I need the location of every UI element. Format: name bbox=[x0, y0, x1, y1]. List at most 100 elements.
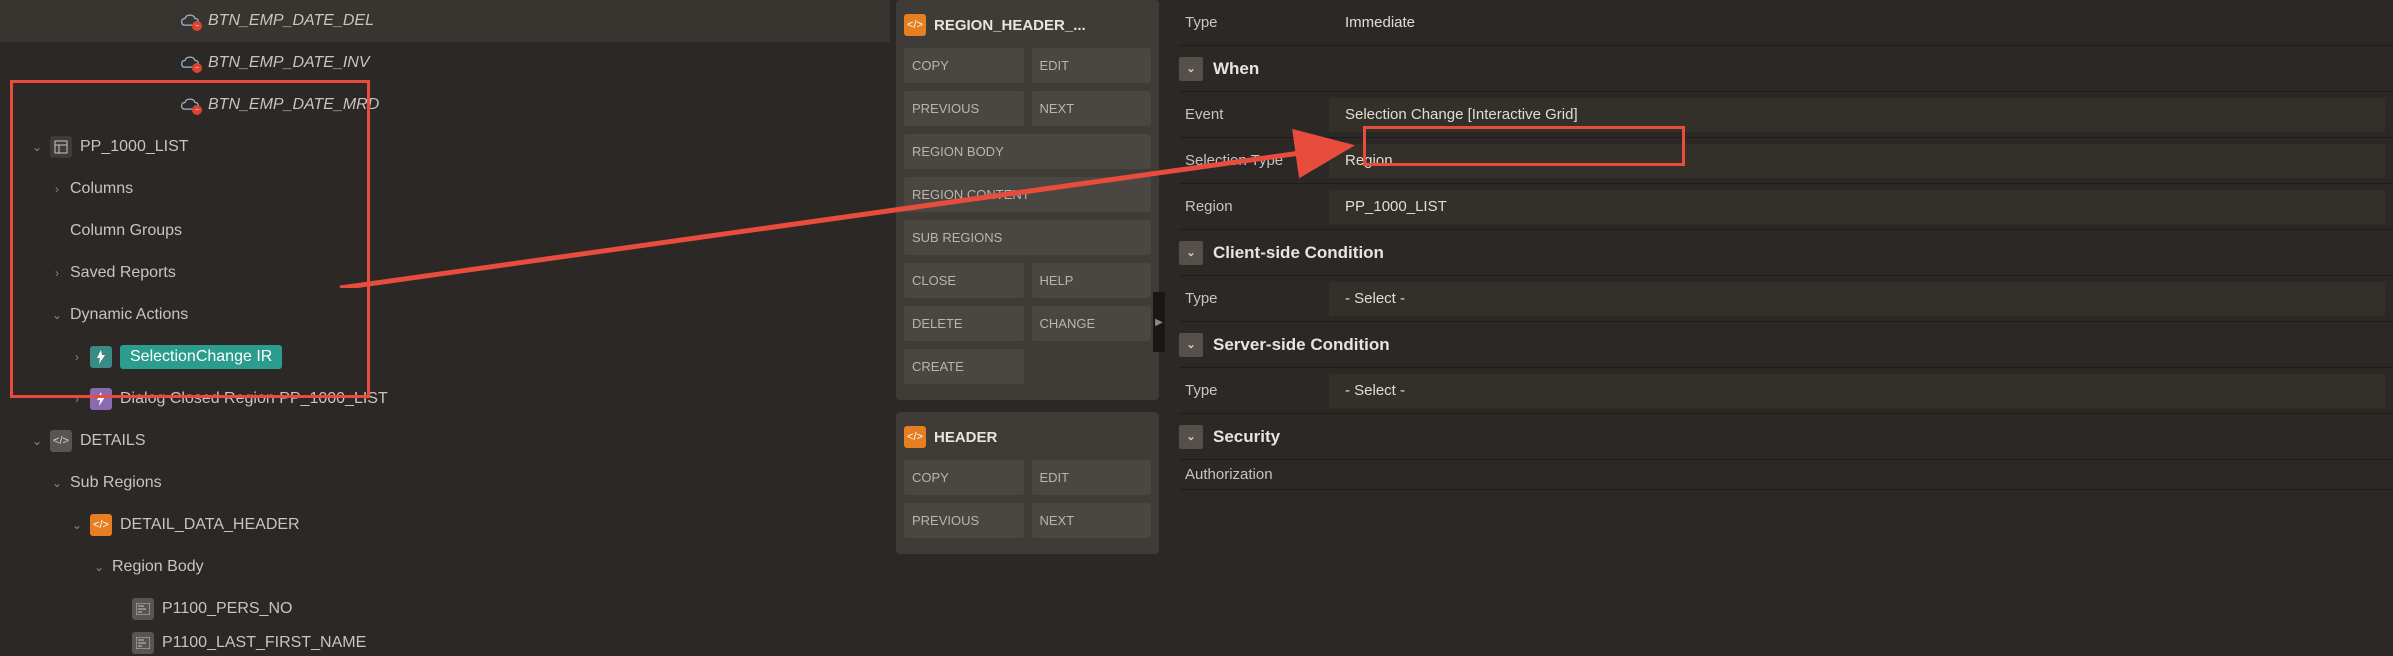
tree-item-pers-no[interactable]: P1100_PERS_NO bbox=[0, 588, 890, 630]
chevron-down-icon: ⌄ bbox=[48, 476, 66, 490]
card-title: REGION_HEADER_... bbox=[934, 17, 1086, 34]
button-icon: − bbox=[180, 55, 200, 71]
section-title: Client-side Condition bbox=[1213, 243, 1384, 263]
tree-label: DETAIL_DATA_HEADER bbox=[120, 516, 300, 534]
tree-item-region-body[interactable]: ⌄ Region Body bbox=[0, 546, 890, 588]
section-when[interactable]: ⌄ When bbox=[1179, 46, 2393, 92]
code-icon: </> bbox=[90, 514, 112, 536]
chevron-down-icon: ⌄ bbox=[68, 518, 86, 532]
chevron-right-icon: › bbox=[48, 266, 66, 280]
gallery-btn-help[interactable]: HELP bbox=[1032, 263, 1152, 298]
prop-value[interactable]: - Select - bbox=[1329, 282, 2385, 316]
gallery-btn-region-content[interactable]: REGION CONTENT bbox=[904, 177, 1151, 212]
gallery-btn-delete[interactable]: DELETE bbox=[904, 306, 1024, 341]
section-client-condition[interactable]: ⌄ Client-side Condition bbox=[1179, 230, 2393, 276]
tree-label: BTN_EMP_DATE_DEL bbox=[208, 12, 374, 30]
prop-label: Type bbox=[1179, 382, 1329, 399]
chevron-down-icon: ⌄ bbox=[28, 140, 46, 154]
prop-label: Selection Type bbox=[1179, 152, 1329, 169]
region-icon bbox=[50, 136, 72, 158]
prop-label: Event bbox=[1179, 106, 1329, 123]
section-server-condition[interactable]: ⌄ Server-side Condition bbox=[1179, 322, 2393, 368]
gallery-btn-sub-regions[interactable]: SUB REGIONS bbox=[904, 220, 1151, 255]
prop-label: Authorization bbox=[1179, 466, 1329, 483]
tree-label: Columns bbox=[70, 180, 133, 198]
gallery-btn-next[interactable]: NEXT bbox=[1032, 91, 1152, 126]
tree-label: DETAILS bbox=[80, 432, 146, 450]
tree-item-btn-inv[interactable]: − BTN_EMP_DATE_INV bbox=[0, 42, 890, 84]
tree-label: Column Groups bbox=[70, 222, 182, 240]
gallery-btn-edit[interactable]: EDIT bbox=[1032, 48, 1152, 83]
prop-label: Type bbox=[1179, 14, 1329, 31]
prop-value-event[interactable]: Selection Change [Interactive Grid] bbox=[1329, 98, 2385, 132]
dynamic-action-icon bbox=[90, 346, 112, 368]
tree-item-selection-change[interactable]: › SelectionChange IR bbox=[0, 336, 890, 378]
tree-label: BTN_EMP_DATE_MRD bbox=[208, 96, 379, 114]
gallery-btn-create[interactable]: CREATE bbox=[904, 349, 1024, 384]
tree-label: PP_1000_LIST bbox=[80, 138, 189, 156]
tree-item-details[interactable]: ⌄ </> DETAILS bbox=[0, 420, 890, 462]
tree-item-saved-reports[interactable]: › Saved Reports bbox=[0, 252, 890, 294]
prop-row-type: Type Immediate bbox=[1179, 0, 2393, 46]
item-icon bbox=[132, 598, 154, 620]
chevron-down-icon: ⌄ bbox=[48, 308, 66, 322]
tree-item-dialog-closed[interactable]: › Dialog Closed Region PP_1000_LIST bbox=[0, 378, 890, 420]
tree-item-btn-del[interactable]: − BTN_EMP_DATE_DEL bbox=[0, 0, 890, 42]
chevron-down-icon: ⌄ bbox=[28, 434, 46, 448]
gallery-btn-copy[interactable]: COPY bbox=[904, 48, 1024, 83]
tree-label: Saved Reports bbox=[70, 264, 176, 282]
tree-item-last-first-name[interactable]: P1100_LAST_FIRST_NAME bbox=[0, 630, 890, 656]
property-editor: ▶ Type Immediate ⌄ When Event Selection … bbox=[1165, 0, 2393, 644]
button-icon: − bbox=[180, 13, 200, 29]
button-icon: − bbox=[180, 97, 200, 113]
tree-item-detail-data-header[interactable]: ⌄ </> DETAIL_DATA_HEADER bbox=[0, 504, 890, 546]
tree-item-column-groups[interactable]: Column Groups bbox=[0, 210, 890, 252]
tree-label: Region Body bbox=[112, 558, 204, 576]
tree-item-btn-mrd[interactable]: − BTN_EMP_DATE_MRD bbox=[0, 84, 890, 126]
section-title: When bbox=[1213, 59, 1259, 79]
code-icon: </> bbox=[50, 430, 72, 452]
section-title: Security bbox=[1213, 427, 1280, 447]
code-icon: </> bbox=[904, 426, 926, 448]
gallery-btn-edit[interactable]: EDIT bbox=[1032, 460, 1152, 495]
gallery-panel: </> REGION_HEADER_... COPY EDIT PREVIOUS… bbox=[890, 0, 1165, 644]
tree-label: BTN_EMP_DATE_INV bbox=[208, 54, 370, 72]
gallery-btn-close[interactable]: CLOSE bbox=[904, 263, 1024, 298]
prop-value[interactable]: PP_1000_LIST bbox=[1329, 190, 2385, 224]
prop-value[interactable]: Immediate bbox=[1329, 14, 2393, 31]
prop-label: Type bbox=[1179, 290, 1329, 307]
tree-item-dynamic-actions[interactable]: ⌄ Dynamic Actions bbox=[0, 294, 890, 336]
chevron-down-icon: ⌄ bbox=[90, 560, 108, 574]
gallery-btn-previous[interactable]: PREVIOUS bbox=[904, 91, 1024, 126]
collapse-handle-right[interactable]: ▶ bbox=[1153, 292, 1165, 352]
gallery-btn-region-body[interactable]: REGION BODY bbox=[904, 134, 1151, 169]
tree-item-sub-regions[interactable]: ⌄ Sub Regions bbox=[0, 462, 890, 504]
tree-label: Sub Regions bbox=[70, 474, 162, 492]
gallery-card-region-header: </> REGION_HEADER_... COPY EDIT PREVIOUS… bbox=[896, 0, 1159, 400]
chevron-down-icon: ⌄ bbox=[1179, 57, 1203, 81]
gallery-btn-previous[interactable]: PREVIOUS bbox=[904, 503, 1024, 538]
tree-item-pp1000-list[interactable]: ⌄ PP_1000_LIST bbox=[0, 126, 890, 168]
prop-row-authorization: Authorization bbox=[1179, 460, 2393, 490]
gallery-btn-next[interactable]: NEXT bbox=[1032, 503, 1152, 538]
prop-row-client-type: Type - Select - bbox=[1179, 276, 2393, 322]
chevron-down-icon: ⌄ bbox=[1179, 241, 1203, 265]
prop-row-selection-type: Selection Type Region bbox=[1179, 138, 2393, 184]
item-icon bbox=[132, 632, 154, 654]
gallery-btn-copy[interactable]: COPY bbox=[904, 460, 1024, 495]
dynamic-action-icon bbox=[90, 388, 112, 410]
chevron-right-icon: › bbox=[48, 182, 66, 196]
prop-value[interactable]: Region bbox=[1329, 144, 2385, 178]
tree-label: P1100_PERS_NO bbox=[162, 600, 292, 618]
section-security[interactable]: ⌄ Security bbox=[1179, 414, 2393, 460]
chevron-down-icon: ⌄ bbox=[1179, 333, 1203, 357]
section-title: Server-side Condition bbox=[1213, 335, 1390, 355]
prop-label: Region bbox=[1179, 198, 1329, 215]
prop-row-event: Event Selection Change [Interactive Grid… bbox=[1179, 92, 2393, 138]
tree-item-columns[interactable]: › Columns bbox=[0, 168, 890, 210]
prop-value[interactable]: - Select - bbox=[1329, 374, 2385, 408]
prop-row-server-type: Type - Select - bbox=[1179, 368, 2393, 414]
card-title: HEADER bbox=[934, 429, 997, 446]
code-icon: </> bbox=[904, 14, 926, 36]
gallery-btn-change[interactable]: CHANGE bbox=[1032, 306, 1152, 341]
